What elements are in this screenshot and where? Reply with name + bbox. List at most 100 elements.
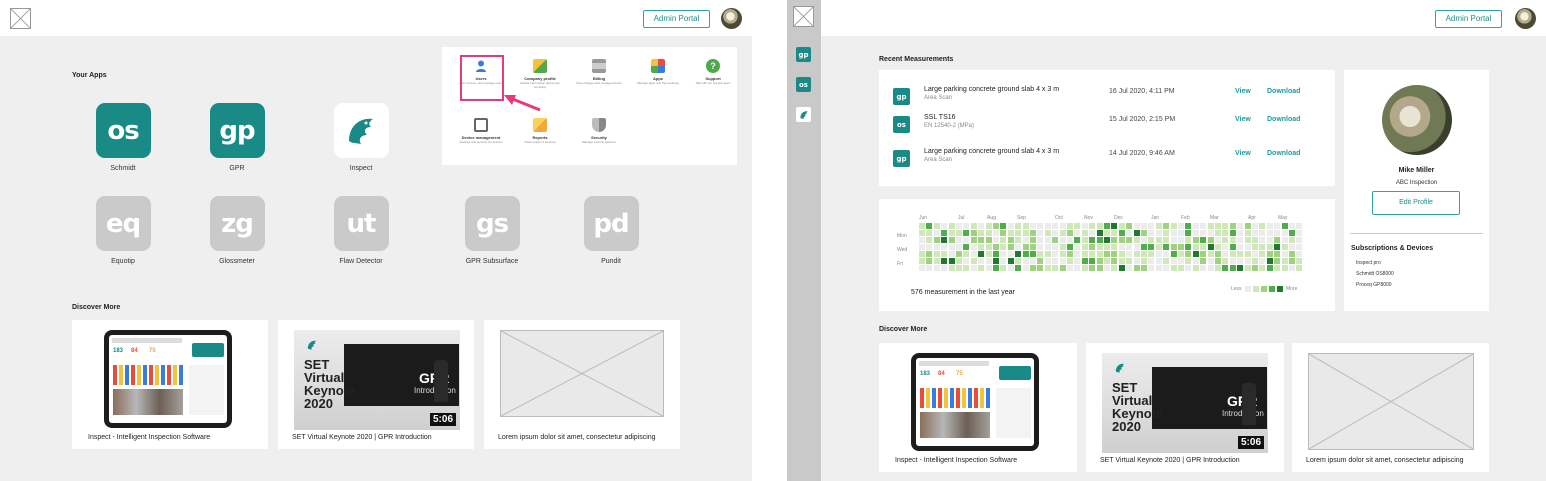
heatmap-cell xyxy=(1044,251,1051,257)
measurement-row[interactable]: gp Large parking concrete ground slab 4 … xyxy=(893,148,1321,172)
heatmap-cell xyxy=(941,251,948,257)
heatmap-cell xyxy=(1037,244,1044,250)
heatmap-cell xyxy=(1229,265,1236,271)
discover-card-placeholder[interactable]: Lorem ipsum dolor sit amet, consectetur … xyxy=(1292,343,1489,472)
heatmap-cell xyxy=(1215,230,1221,236)
download-link[interactable]: Download xyxy=(1267,116,1300,123)
panel-item-company-profile[interactable]: Company profile Update information about… xyxy=(514,59,566,89)
heatmap-cell xyxy=(1259,258,1266,264)
discover-card-placeholder[interactable]: Lorem ipsum dolor sit amet, consectetur … xyxy=(484,320,680,449)
heatmap-cell xyxy=(1237,265,1244,271)
heatmap-cell xyxy=(1074,223,1081,229)
month-label: Jan xyxy=(1151,215,1160,221)
heatmap-cell xyxy=(1281,251,1288,257)
heatmap-cell xyxy=(926,223,933,229)
avatar[interactable] xyxy=(1515,8,1536,29)
heatmap-cell xyxy=(1215,258,1221,264)
panel-item-reports[interactable]: Reports Track usage of services xyxy=(514,118,566,145)
month-label: Feb xyxy=(1181,215,1190,221)
panel-item-support[interactable]: ? Support Talk with our support team xyxy=(687,59,739,86)
month-label: Aug xyxy=(987,215,996,221)
heatmap-cell xyxy=(1244,223,1251,229)
heatmap-cell xyxy=(1089,258,1096,264)
heatmap-cell xyxy=(970,258,977,264)
heatmap-cell xyxy=(1155,244,1162,250)
heatmap-cell xyxy=(1185,265,1192,271)
eagle-icon xyxy=(1115,363,1125,373)
heatmap-cell xyxy=(1237,258,1244,264)
download-link[interactable]: Download xyxy=(1267,150,1300,157)
sidebar-item-inspect[interactable] xyxy=(796,107,811,122)
app-gpr-subsurface[interactable]: gs GPR Subsurface xyxy=(452,196,532,265)
logo-placeholder-icon[interactable] xyxy=(793,6,814,27)
heatmap-cell xyxy=(1126,258,1133,264)
heatmap-cell xyxy=(1178,237,1184,243)
heatmap-cell xyxy=(933,251,940,257)
heatmap-cell xyxy=(1229,258,1236,264)
heatmap-cell xyxy=(1000,251,1007,257)
heatmap-cell xyxy=(978,237,985,243)
app-glossmeter[interactable]: zg Glossmeter xyxy=(197,196,277,265)
heatmap-cell xyxy=(926,265,933,271)
month-label: Nov xyxy=(1084,215,1093,221)
heatmap-cell xyxy=(941,244,948,250)
heatmap-cell xyxy=(1163,230,1170,236)
heatmap-cell xyxy=(1052,265,1059,271)
discover-card-gpr-keynote[interactable]: GPR Introduction SETVirtualKeynote2020 5… xyxy=(278,320,474,449)
app-pundit[interactable]: pd Pundit xyxy=(571,196,651,265)
heatmap-cell xyxy=(1089,237,1096,243)
heatmap-cell xyxy=(1207,251,1214,257)
admin-portal-button[interactable]: Admin Portal xyxy=(643,10,710,28)
heatmap-cell xyxy=(1044,230,1051,236)
heatmap-cell xyxy=(963,265,970,271)
measurement-row[interactable]: gp Large parking concrete ground slab 4 … xyxy=(893,86,1321,110)
admin-portal-button[interactable]: Admin Portal xyxy=(1435,10,1502,28)
edit-profile-button[interactable]: Edit Profile xyxy=(1372,191,1460,215)
view-link[interactable]: View xyxy=(1235,116,1251,123)
measurement-row[interactable]: os SSL TS16 EN 12540-2 (MPa) 15 Jul 2020… xyxy=(893,114,1321,138)
heatmap-cell xyxy=(1281,237,1288,243)
heatmap-cell xyxy=(1104,265,1110,271)
app-schmidt[interactable]: os Schmidt xyxy=(83,103,163,172)
view-link[interactable]: View xyxy=(1235,88,1251,95)
heatmap-cell xyxy=(1000,265,1007,271)
eagle-icon xyxy=(307,340,317,350)
heatmap-cell xyxy=(1022,244,1029,250)
heatmap-cell xyxy=(978,223,985,229)
heatmap-cell xyxy=(1200,258,1207,264)
discover-card-inspect[interactable]: 183 84 75 Inspect - Intelligent Inspecti… xyxy=(879,343,1077,472)
heatmap-cell xyxy=(1244,237,1251,243)
heatmap-cell xyxy=(1185,237,1192,243)
heatmap-cell xyxy=(1229,230,1236,236)
heatmap-cell xyxy=(933,223,940,229)
app-gpr[interactable]: gp GPR xyxy=(197,103,277,172)
image-placeholder-icon xyxy=(1308,353,1474,450)
legend-swatch xyxy=(1261,286,1267,292)
app-equotip[interactable]: eq Equotip xyxy=(83,196,163,265)
panel-item-security[interactable]: Security Manage security features xyxy=(573,118,625,145)
sidebar-item-schmidt[interactable]: os xyxy=(796,77,811,92)
sidebar-item-gpr[interactable]: gp xyxy=(796,47,811,62)
heatmap-cell xyxy=(1037,265,1044,271)
download-link[interactable]: Download xyxy=(1267,88,1300,95)
heatmap-cell xyxy=(956,237,962,243)
panel-item-device-management[interactable]: Device management Settings and security … xyxy=(455,118,507,145)
view-link[interactable]: View xyxy=(1235,150,1251,157)
heatmap-cell xyxy=(993,223,999,229)
heatmap-cell xyxy=(1118,258,1125,264)
heatmap-cell xyxy=(1296,230,1303,236)
app-flaw-detector[interactable]: ut Flaw Detector xyxy=(321,196,401,265)
discover-card-gpr-keynote[interactable]: GPR Introduction SETVirtualKeynote2020 5… xyxy=(1086,343,1284,472)
app-inspect[interactable]: Inspect xyxy=(321,103,401,172)
panel-item-billing[interactable]: Billing View charges and manage license xyxy=(573,59,625,86)
panel-item-apps[interactable]: Apps Manage apps and their settings xyxy=(632,59,684,86)
heatmap-cell xyxy=(1044,265,1051,271)
logo-placeholder-icon[interactable] xyxy=(10,8,31,29)
heatmap-cell xyxy=(985,265,992,271)
heatmap-cell xyxy=(1155,237,1162,243)
your-apps-title: Your Apps xyxy=(72,72,107,79)
video-thumbnail: GPR Introduction SETVirtualKeynote2020 5… xyxy=(288,328,464,431)
heatmap-cell xyxy=(1207,223,1214,229)
avatar[interactable] xyxy=(721,8,742,29)
discover-card-inspect[interactable]: 183 84 75 Inspect - Intelligent Inspecti… xyxy=(72,320,268,449)
